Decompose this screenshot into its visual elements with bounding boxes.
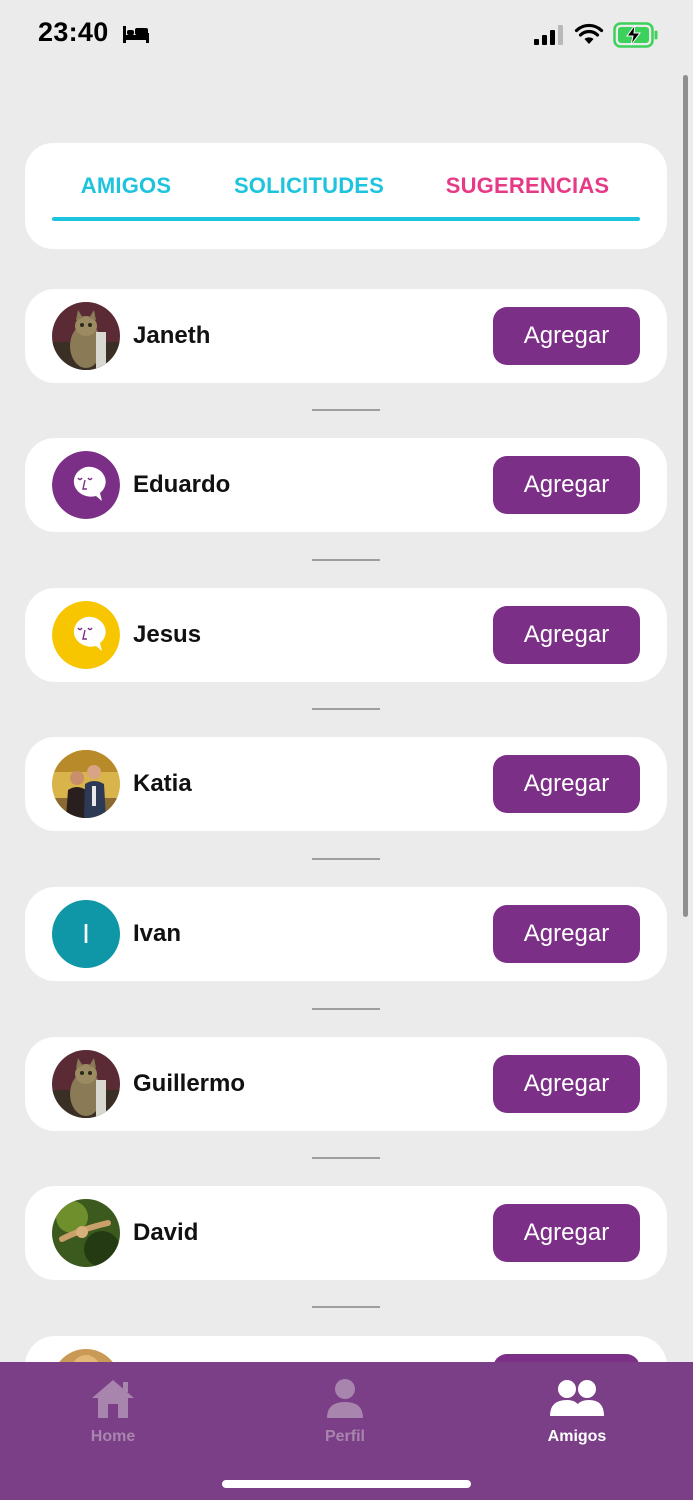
list-item: David Agregar (25, 1186, 667, 1280)
add-friend-button[interactable]: Agregar (493, 1204, 640, 1262)
add-friend-button[interactable]: Agregar (493, 606, 640, 664)
separator (312, 1306, 380, 1308)
list-item: Guillermo Agregar (25, 1037, 667, 1131)
person-name: Guillermo (133, 1070, 246, 1097)
add-friend-button[interactable]: Agregar (493, 755, 640, 813)
person-name: Eduardo (133, 471, 231, 498)
nav-label: Amigos (547, 1428, 607, 1445)
list-item: Eduardo Agregar (25, 438, 667, 532)
avatar (52, 601, 120, 669)
cellular-signal-icon (534, 25, 563, 45)
nav-home[interactable]: Home (43, 1372, 183, 1452)
separator (312, 1008, 380, 1010)
tab-indicator (52, 217, 640, 221)
person-name: Ivan (133, 920, 182, 947)
nav-perfil[interactable]: Perfil (275, 1372, 415, 1452)
person-name: Katia (133, 770, 192, 797)
bed-icon (123, 26, 149, 43)
status-bar: 23:40 (0, 0, 693, 70)
person-name: Jesus (133, 621, 202, 648)
person-name: David (133, 1219, 199, 1246)
separator (312, 1157, 380, 1159)
nav-label: Perfil (324, 1428, 365, 1445)
tab-amigos[interactable]: AMIGOS (65, 171, 187, 201)
separator (312, 559, 380, 561)
group-icon (550, 1380, 604, 1416)
add-friend-button[interactable]: Agregar (493, 456, 640, 514)
avatar-initial: I (82, 918, 90, 949)
person-name: Janeth (133, 322, 211, 349)
avatar (52, 1050, 120, 1118)
avatar: I (52, 900, 120, 968)
add-friend-button[interactable]: Agregar (493, 1055, 640, 1113)
wifi-icon (574, 23, 604, 44)
list-item: Janeth Agregar (25, 289, 667, 383)
nav-amigos[interactable]: Amigos (507, 1372, 647, 1452)
home-icon (92, 1380, 134, 1418)
battery-charging-icon (613, 22, 658, 48)
separator (312, 708, 380, 710)
separator (312, 409, 380, 411)
avatar (52, 750, 120, 818)
home-indicator[interactable] (222, 1480, 471, 1488)
nav-label: Home (90, 1428, 136, 1445)
tab-sugerencias[interactable]: SUGERENCIAS (430, 171, 625, 201)
tab-solicitudes[interactable]: SOLICITUDES (220, 171, 398, 201)
add-friend-button[interactable]: Agregar (493, 307, 640, 365)
add-friend-button[interactable]: Agregar (493, 905, 640, 963)
person-icon (327, 1379, 363, 1418)
separator (312, 858, 380, 860)
status-time: 23:40 (38, 17, 109, 47)
avatar (52, 451, 120, 519)
list-item: I Ivan Agregar (25, 887, 667, 981)
avatar (52, 1199, 120, 1267)
tab-bar: AMIGOS SOLICITUDES SUGERENCIAS (25, 143, 667, 249)
list-item: Katia Agregar (25, 737, 667, 831)
avatar (52, 302, 120, 370)
list-item: Jesus Agregar (25, 588, 667, 682)
scrollbar[interactable] (683, 75, 688, 917)
